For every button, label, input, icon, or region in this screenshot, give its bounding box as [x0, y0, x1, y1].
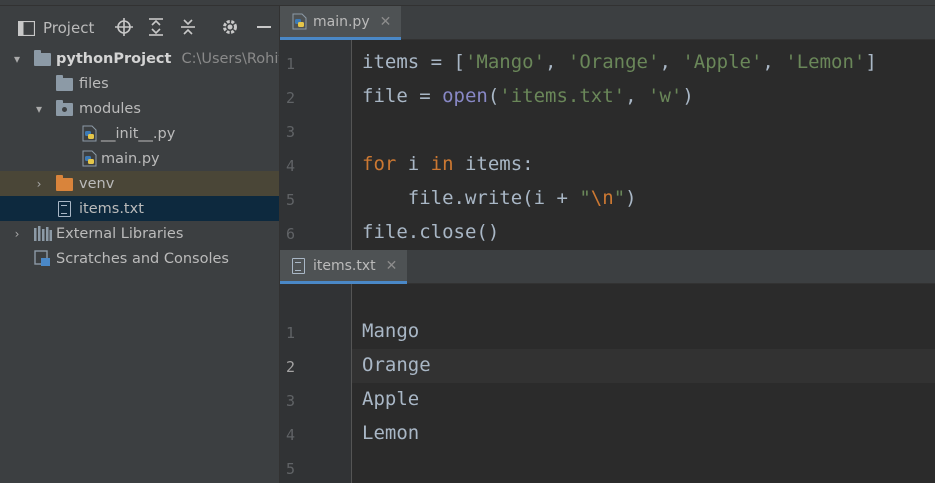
- chevron-down-icon[interactable]: ▾: [10, 52, 24, 66]
- text-line: Apple: [362, 388, 420, 410]
- tab-main-py[interactable]: main.py ✕: [280, 6, 402, 40]
- line-gutter: 1 2 3 4 5: [280, 284, 352, 483]
- tree-item-init-py[interactable]: __init__.py: [0, 121, 279, 146]
- folder-icon: [56, 75, 73, 91]
- line-number: 5: [286, 191, 296, 209]
- text-file-icon: [292, 257, 305, 274]
- code-line: for i in items:: [362, 153, 534, 175]
- editor-main-py: main.py ✕ 1 2 3 4 5 6 items = ['Mango', …: [280, 6, 935, 250]
- text-line: Lemon: [362, 422, 420, 444]
- project-panel-title[interactable]: Project: [43, 19, 94, 37]
- tree-item-label: External Libraries: [56, 225, 184, 242]
- text-file-icon: [58, 201, 71, 217]
- chevron-right-icon[interactable]: ›: [10, 227, 24, 241]
- line-number: 2: [286, 358, 296, 376]
- project-panel: Project ▾ pythonProject C:\Users\Rohit\Py…: [0, 6, 280, 483]
- tab-items-txt[interactable]: items.txt ✕: [280, 250, 408, 284]
- chevron-down-icon[interactable]: ▾: [32, 102, 46, 116]
- tree-item-modules[interactable]: ▾ modules: [0, 96, 279, 121]
- tree-item-pythonproject[interactable]: ▾ pythonProject C:\Users\Rohit\Py: [0, 46, 279, 71]
- tree-item-files[interactable]: files: [0, 71, 279, 96]
- tree-item-label: Scratches and Consoles: [56, 250, 229, 267]
- line-number: 2: [286, 89, 296, 107]
- python-file-icon: [82, 125, 97, 142]
- scratches-icon: [34, 250, 50, 266]
- project-root-label: pythonProject: [56, 50, 172, 67]
- tree-item-venv[interactable]: › venv: [0, 171, 279, 196]
- editor-tab-bar: items.txt ✕: [280, 250, 935, 284]
- line-number: 1: [286, 324, 296, 342]
- editor-tab-bar: main.py ✕: [280, 6, 935, 40]
- line-number: 4: [286, 157, 296, 175]
- python-file-icon: [292, 13, 307, 30]
- excluded-folder-icon: [56, 175, 73, 191]
- close-icon[interactable]: ✕: [380, 14, 392, 30]
- library-icon: [34, 226, 52, 241]
- line-number: 4: [286, 426, 296, 444]
- tree-item-label: files: [79, 75, 109, 92]
- tree-item-external-libraries[interactable]: › External Libraries: [0, 221, 279, 246]
- locate-icon[interactable]: [114, 18, 134, 41]
- chevron-right-icon[interactable]: ›: [32, 177, 46, 191]
- line-gutter: 1 2 3 4 5 6: [280, 40, 352, 250]
- text-line: Orange: [362, 354, 431, 376]
- code-line: file.write(i + "\n"): [362, 187, 637, 209]
- line-number: 1: [286, 55, 296, 73]
- tab-label: items.txt: [313, 257, 376, 274]
- text-line: Mango: [362, 320, 420, 342]
- tree-item-items-txt[interactable]: items.txt: [0, 196, 279, 221]
- project-window-icon: [18, 20, 35, 36]
- line-number: 5: [286, 460, 296, 478]
- hide-panel-icon[interactable]: [254, 18, 274, 41]
- tree-item-label: venv: [79, 175, 115, 192]
- module-folder-icon: [56, 100, 73, 116]
- line-number: 3: [286, 123, 296, 141]
- tree-item-label: modules: [79, 100, 141, 117]
- close-icon[interactable]: ✕: [386, 258, 398, 274]
- collapse-all-icon[interactable]: [178, 18, 198, 41]
- gear-icon[interactable]: [220, 18, 240, 41]
- line-number: 6: [286, 225, 296, 243]
- tree-item-label: main.py: [101, 150, 160, 167]
- tree-item-main-py[interactable]: main.py: [0, 146, 279, 171]
- editor-items-txt: items.txt ✕ 1 2 3 4 5 Mango Orange Apple…: [280, 250, 935, 483]
- folder-icon: [34, 50, 51, 66]
- tab-label: main.py: [313, 13, 370, 30]
- line-number: 3: [286, 392, 296, 410]
- expand-all-icon[interactable]: [146, 18, 166, 41]
- code-line: file.close(): [362, 221, 500, 243]
- tree-item-label: items.txt: [79, 200, 144, 217]
- project-root-path: C:\Users\Rohit\Py: [181, 50, 279, 67]
- python-file-icon: [82, 150, 97, 167]
- code-line: file = open('items.txt', 'w'): [362, 85, 694, 107]
- code-line: items = ['Mango', 'Orange', 'Apple', 'Le…: [362, 51, 877, 73]
- tree-item-scratches[interactable]: Scratches and Consoles: [0, 246, 279, 271]
- tree-item-label: __init__.py: [101, 125, 176, 142]
